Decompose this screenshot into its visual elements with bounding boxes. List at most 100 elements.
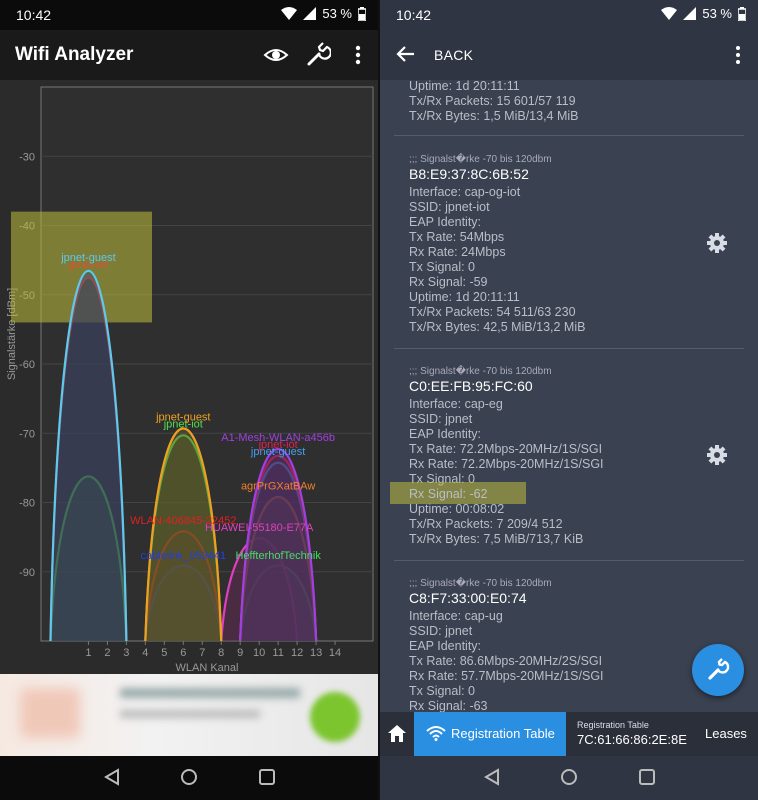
network-label: cablelink_053441 [140, 550, 226, 562]
back-arrow-icon[interactable] [394, 42, 418, 66]
entry-line-rx-signal: Rx Signal: -62 [409, 487, 488, 501]
back-nav-icon[interactable] [483, 768, 501, 786]
more-vert-icon[interactable] [350, 42, 366, 68]
x-tick-label: 1 [85, 647, 91, 659]
entry-line: Tx Signal: 0 [409, 684, 476, 698]
entry-line: Uptime: 1d 20:11:11 [409, 290, 520, 304]
entry-line: Tx Rate: 72.2Mbps-20MHz/1S/SGI [409, 442, 603, 456]
status-bar: 10:42 53 % [0, 0, 378, 30]
entry-line: SSID: jpnet [409, 624, 473, 638]
network-label: jpnet-guest [60, 252, 115, 264]
entry-line: SSID: jpnet [409, 412, 473, 426]
wrench-icon[interactable] [305, 42, 331, 68]
signal-icon [683, 7, 697, 20]
network-label: A1-Mesh-WLAN-a456b [221, 432, 335, 444]
settings-fab[interactable] [692, 644, 744, 696]
recents-nav-icon[interactable] [638, 768, 656, 786]
y-tick-label: -60 [19, 359, 35, 371]
wifi-analyzer-panel: 10:42 53 % Wifi Analyzer -30-40-50-60-70… [0, 0, 378, 800]
nav-bar [0, 756, 378, 800]
ad-banner[interactable] [0, 674, 378, 756]
entry-line: EAP Identity: [409, 215, 482, 229]
entry-line: Tx/Rx Packets: 7 209/4 512 [409, 517, 563, 531]
entry-line: Uptime: 00:08:02 [409, 502, 505, 516]
home-nav-icon[interactable] [560, 768, 578, 786]
entry-line: Tx Signal: 0 [409, 260, 476, 274]
wifi-icon [281, 7, 298, 20]
network-label: agrPrGXatBAw [241, 481, 315, 493]
status-time: 10:42 [396, 7, 432, 23]
tab-device-info[interactable]: Registration Table 7C:61:66:86:2E:8E [566, 712, 696, 756]
more-vert-icon[interactable] [732, 44, 744, 66]
entry-line: Rx Rate: 72.2Mbps-20MHz/1S/SGI [409, 457, 604, 471]
entry-line: Interface: cap-ug [409, 609, 503, 623]
signal-chart-svg: -30-40-50-60-70-80-901234567891011121314… [6, 86, 374, 674]
registration-list[interactable]: Uptime: 1d 20:11:11 Tx/Rx Packets: 15 60… [380, 80, 758, 712]
tab-registration-table[interactable]: Registration Table [414, 712, 566, 756]
battery-icon [358, 6, 366, 21]
tab-home[interactable] [380, 712, 414, 756]
app-bar: Wifi Analyzer [0, 30, 378, 80]
x-tick-label: 5 [161, 647, 167, 659]
x-tick-label: 6 [180, 647, 186, 659]
entry-line: Rx Signal: -59 [409, 275, 488, 289]
status-time: 10:42 [16, 7, 52, 23]
entry-line: Tx/Rx Packets: 15 601/57 119 [409, 94, 576, 108]
back-button[interactable]: BACK [434, 47, 473, 63]
battery-level: 53 % [322, 6, 352, 21]
tab-info-caption: Registration Table [577, 720, 649, 730]
entry-line: Tx/Rx Bytes: 1,5 MiB/13,4 MiB [409, 109, 579, 123]
entry-line: Uptime: 1d 20:11:11 [409, 80, 520, 93]
y-tick-label: -90 [19, 567, 35, 579]
divider [394, 348, 744, 349]
x-tick-label: 11 [272, 647, 283, 659]
entry-mac: B8:E9:37:8C:6B:52 [409, 166, 529, 182]
entry-line: Tx Rate: 54Mbps [409, 230, 505, 244]
registration-table-panel: 10:42 53 % BACK Uptime: 1d 20:11:11 Tx/R… [380, 0, 758, 800]
x-tick-label: 9 [237, 647, 243, 659]
entry-comment: ;;; Signalst�rke -70 bis 120dbm [409, 366, 552, 377]
eye-icon[interactable] [263, 42, 289, 68]
entry-mac: C8:F7:33:00:E0:74 [409, 590, 527, 606]
x-tick-label: 12 [291, 647, 303, 659]
app-bar: BACK [380, 30, 758, 80]
x-tick-label: 4 [142, 647, 148, 659]
gear-icon[interactable] [706, 444, 728, 466]
battery-icon [738, 6, 746, 21]
app-title: Wifi Analyzer [15, 44, 134, 65]
entry-line: Interface: cap-eg [409, 397, 503, 411]
entry-comment: ;;; Signalst�rke -70 bis 120dbm [409, 154, 552, 165]
back-nav-icon[interactable] [103, 768, 121, 786]
signal-icon [303, 7, 317, 20]
x-tick-label: 3 [123, 647, 129, 659]
tab-leases[interactable]: Leases [696, 712, 758, 756]
entry-line: Rx Signal: -63 [409, 699, 488, 712]
x-axis-label: WLAN Kanal [176, 662, 239, 674]
x-tick-label: 10 [253, 647, 265, 659]
signal-chart: -30-40-50-60-70-80-901234567891011121314… [0, 80, 378, 674]
network-label: WLAN-406845-22452 [130, 515, 236, 527]
home-nav-icon[interactable] [180, 768, 198, 786]
wifi-icon [426, 726, 446, 741]
tab-registration-table-label: Registration Table [451, 726, 555, 741]
y-tick-label: -30 [19, 151, 35, 163]
entry-line: SSID: jpnet-iot [409, 200, 490, 214]
network-label: jpnet-guest [155, 411, 210, 423]
entry-line: Tx/Rx Bytes: 42,5 MiB/13,2 MiB [409, 320, 586, 334]
y-tick-label: -80 [19, 498, 35, 510]
divider [394, 560, 744, 561]
x-tick-label: 14 [329, 647, 341, 659]
network-label: HeffterhofTechnik [235, 550, 321, 562]
entry-line: Tx Rate: 86.6Mbps-20MHz/2S/SGI [409, 654, 603, 668]
entry-line: Interface: cap-og-iot [409, 185, 521, 199]
wrench-icon [708, 658, 730, 680]
gear-icon[interactable] [706, 232, 728, 254]
x-tick-label: 13 [310, 647, 322, 659]
entry-mac: C0:EE:FB:95:FC:60 [409, 378, 533, 394]
wifi-icon [661, 7, 678, 20]
entry-comment: ;;; Signalst�rke -70 bis 120dbm [409, 578, 552, 589]
x-tick-label: 8 [218, 647, 224, 659]
entry-line: EAP Identity: [409, 639, 482, 653]
tab-info-mac: 7C:61:66:86:2E:8E [577, 732, 687, 747]
recents-nav-icon[interactable] [258, 768, 276, 786]
